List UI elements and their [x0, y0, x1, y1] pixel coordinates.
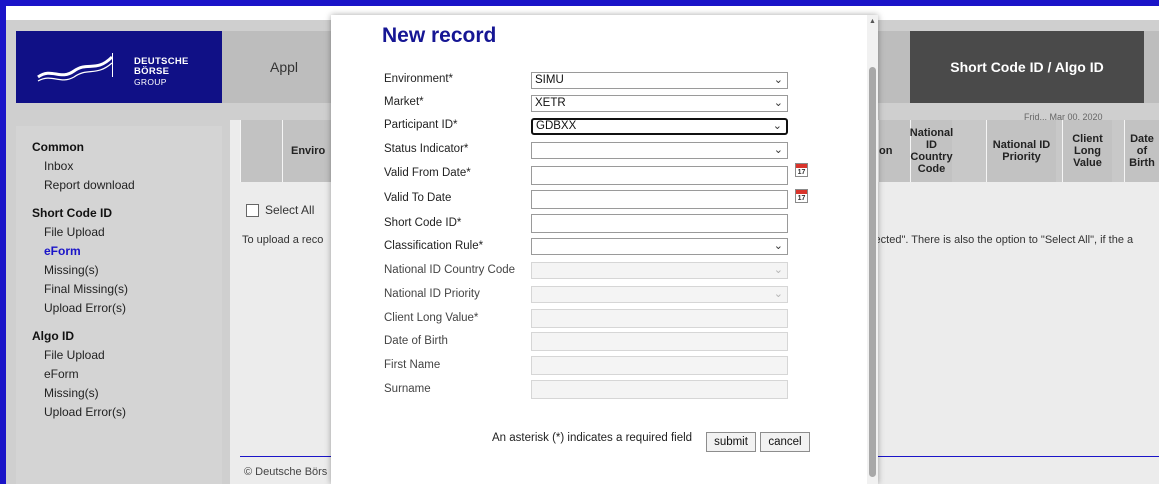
chevron-down-icon: ⌄	[773, 97, 783, 109]
first-name-label: First Name	[384, 359, 441, 371]
chevron-down-icon: ⌄	[772, 120, 782, 132]
client-long-value-input[interactable]	[531, 309, 788, 328]
national-id-country-code-select[interactable]: ⌄	[531, 262, 788, 279]
classification-rule-label: Classification Rule*	[384, 240, 484, 252]
valid-to-date-input[interactable]	[531, 190, 788, 209]
environment-label: Environment*	[384, 73, 454, 85]
status-indicator-label: Status Indicator*	[384, 143, 469, 155]
chevron-down-icon: ⌄	[773, 144, 783, 156]
sidebar-item-algo-file-upload[interactable]: File Upload	[44, 348, 222, 362]
table-header-partial[interactable]: on	[878, 120, 910, 182]
environment-value: SIMU	[535, 74, 564, 86]
sidebar-section-common: Common	[32, 140, 84, 154]
status-indicator-select[interactable]: ⌄	[531, 142, 788, 159]
participant-id-value: GDBXX	[536, 120, 577, 132]
calendar-icon[interactable]: 17	[795, 163, 808, 177]
client-long-value-label: Client Long Value*	[384, 312, 479, 324]
sidebar-item-algo-eform[interactable]: eForm	[44, 367, 222, 381]
chevron-down-icon: ⌄	[773, 240, 783, 252]
short-code-id-input[interactable]	[531, 214, 788, 233]
logo-swoosh-icon	[37, 55, 114, 82]
calendar-icon-number: 17	[797, 169, 806, 176]
copyright: © Deutsche Börs	[244, 466, 328, 478]
classification-rule-select[interactable]: ⌄	[531, 238, 788, 255]
logo-line1: DEUTSCHE BÖRSE	[134, 56, 189, 77]
sidebar-section-short-code-id: Short Code ID	[32, 206, 112, 220]
valid-to-date-label: Valid To Date	[384, 192, 452, 204]
select-all-label: Select All	[265, 203, 315, 217]
short-code-id-label: Short Code ID*	[384, 217, 462, 229]
calendar-icon[interactable]: 17	[795, 189, 808, 203]
sidebar-item-file-upload[interactable]: File Upload	[44, 225, 222, 239]
select-all[interactable]: Select All	[246, 203, 314, 217]
market-label: Market*	[384, 96, 424, 108]
header-active-tab[interactable]: Short Code ID / Algo ID	[910, 31, 1144, 103]
table-header-client-long-value[interactable]: Client Long Value	[1062, 120, 1112, 182]
logo: DEUTSCHE BÖRSE GROUP	[16, 31, 222, 103]
scroll-up-icon[interactable]: ▲	[869, 18, 876, 25]
chevron-down-icon: ⌄	[773, 74, 783, 86]
header-app-tab[interactable]: Appl	[270, 59, 298, 75]
national-id-country-code-label: National ID Country Code	[384, 264, 516, 276]
sidebar-item-algo-upload-error[interactable]: Upload Error(s)	[44, 405, 222, 419]
market-value: XETR	[535, 97, 566, 109]
calendar-icon-number: 17	[797, 195, 806, 202]
national-id-priority-select[interactable]: ⌄	[531, 286, 788, 303]
valid-from-date-input[interactable]	[531, 166, 788, 185]
sidebar-section-algo-id: Algo ID	[32, 329, 74, 343]
select-all-checkbox[interactable]	[246, 203, 259, 217]
national-id-priority-label: National ID Priority	[384, 288, 480, 300]
sidebar-item-eform[interactable]: eForm	[44, 244, 222, 258]
surname-label: Surname	[384, 383, 431, 395]
table-header-national-id-country-code[interactable]: National ID Country Code	[910, 120, 953, 182]
sidebar-item-upload-error[interactable]: Upload Error(s)	[44, 301, 222, 315]
table-header-date-of-birth[interactable]: Date of Birth	[1124, 120, 1159, 182]
new-record-dialog: New record Environment* SIMU ⌄ Market* X…	[331, 15, 878, 484]
date-of-birth-label: Date of Birth	[384, 335, 448, 347]
chevron-down-icon: ⌄	[773, 288, 783, 300]
logo-line2: GROUP	[134, 77, 167, 87]
environment-select[interactable]: SIMU ⌄	[531, 72, 788, 89]
sidebar-item-missing[interactable]: Missing(s)	[44, 263, 222, 277]
required-field-note: An asterisk (*) indicates a required fie…	[492, 432, 693, 444]
scroll-thumb[interactable]	[869, 67, 876, 477]
sidebar-item-report-download[interactable]: Report download	[44, 178, 222, 192]
cancel-button[interactable]: cancel	[760, 432, 810, 452]
surname-input[interactable]	[531, 380, 788, 399]
dialog-title: New record	[382, 24, 497, 47]
table-header-national-id-priority[interactable]: National ID Priority	[986, 120, 1056, 182]
date-of-birth-input[interactable]	[531, 332, 788, 351]
table-header-environment[interactable]: Enviro	[282, 120, 332, 182]
table-header-checkbox-col	[240, 120, 282, 182]
dialog-scrollbar[interactable]: ▲	[867, 15, 878, 484]
participant-id-label: Participant ID*	[384, 119, 458, 131]
first-name-input[interactable]	[531, 356, 788, 375]
submit-button[interactable]: submit	[706, 432, 756, 452]
valid-from-date-label: Valid From Date*	[384, 167, 471, 179]
sidebar: Common Inbox Report download Short Code …	[16, 126, 222, 484]
sidebar-item-algo-missing[interactable]: Missing(s)	[44, 386, 222, 400]
sidebar-item-inbox[interactable]: Inbox	[44, 159, 222, 173]
upload-instructions: To upload a reco	[242, 234, 324, 246]
upload-instructions-right: elected". There is also the option to "S…	[866, 234, 1134, 246]
market-select[interactable]: XETR ⌄	[531, 95, 788, 112]
sidebar-item-final-missing[interactable]: Final Missing(s)	[44, 282, 222, 296]
participant-id-select[interactable]: GDBXX ⌄	[531, 118, 788, 135]
chevron-down-icon: ⌄	[773, 264, 783, 276]
